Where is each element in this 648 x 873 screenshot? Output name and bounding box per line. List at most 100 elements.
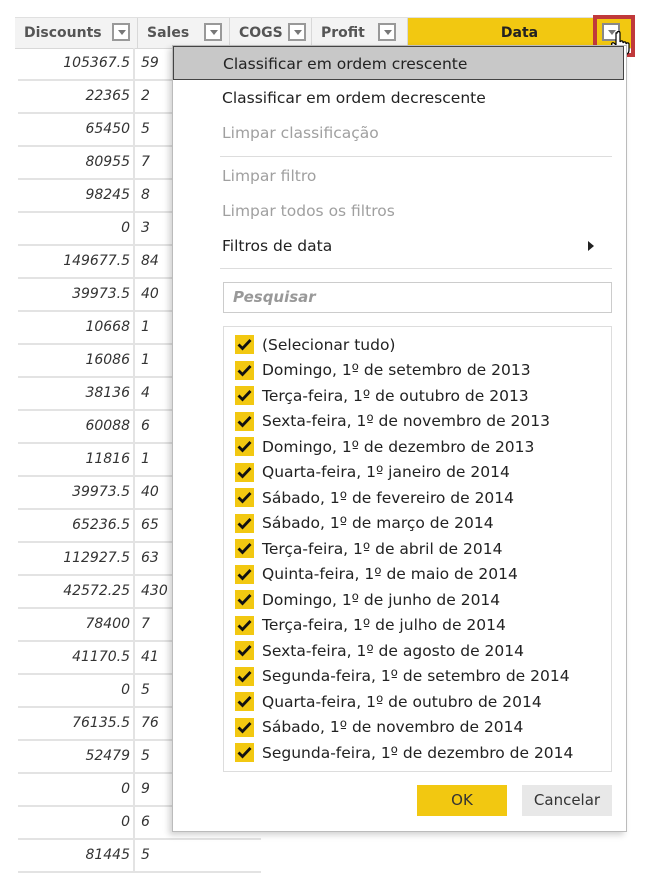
date-option-checkbox[interactable]: Domingo, 1º de dezembro de 2013: [235, 434, 534, 459]
discounts-cell: 65236.5: [18, 510, 135, 541]
checkbox-checked-icon[interactable]: [235, 488, 254, 507]
option-label: Sexta-feira, 1º de agosto de 2014: [262, 641, 524, 660]
date-option-checkbox[interactable]: Sábado, 1º de fevereiro de 2014: [235, 485, 514, 510]
date-option-checkbox[interactable]: Sábado, 1º de março de 2014: [235, 511, 494, 536]
option-label: Sábado, 1º de fevereiro de 2014: [262, 488, 515, 507]
option-label: Terça-feira, 1º de julho de 2014: [262, 616, 506, 634]
menu-item-clear-filter: Limpar filtro: [222, 167, 317, 185]
discounts-cell: 112927.5: [18, 543, 135, 574]
option-label: (Selecionar tudo): [262, 335, 396, 354]
discounts-cell: 16086: [18, 345, 135, 376]
discounts-cell: 11816: [18, 444, 135, 475]
column-header-profit[interactable]: Profit: [312, 18, 408, 48]
checkbox-checked-icon[interactable]: [235, 717, 254, 737]
discounts-cell: 98245: [18, 180, 135, 211]
discounts-cell: 65450: [18, 114, 135, 145]
select-all-checkbox[interactable]: (Selecionar tudo): [235, 332, 395, 357]
option-label: Terça-feira, 1º de outubro de 2013: [262, 386, 529, 405]
checkbox-checked-icon[interactable]: [235, 462, 254, 482]
filter-dropdown-button[interactable]: [204, 23, 222, 41]
discounts-cell: 105367.5: [18, 48, 135, 79]
date-option-checkbox[interactable]: Domingo, 1º de junho de 2014: [235, 587, 500, 612]
discounts-cell: 39973.5: [18, 477, 135, 508]
discounts-cell: 60088: [18, 411, 135, 442]
discounts-cell: 41170.5: [18, 642, 135, 673]
discounts-cell: 52479: [18, 741, 135, 772]
option-label: Segunda-feira, 1º de setembro de 2014: [262, 667, 570, 685]
discounts-cell: 149677.5: [18, 246, 135, 277]
date-option-checkbox[interactable]: Terça-feira, 1º de outubro de 2013: [235, 383, 529, 408]
discounts-cell: 22365: [18, 81, 135, 112]
filter-dropdown-menu: Classificar em ordem crescente Classific…: [172, 45, 627, 832]
option-label: Terça-feira, 1º de abril de 2014: [262, 539, 503, 558]
date-option-checkbox[interactable]: Quarta-feira, 1º de outubro de 2014: [235, 689, 542, 714]
discounts-cell: 0: [18, 774, 135, 805]
search-input[interactable]: Pesquisar: [223, 282, 612, 313]
option-label: Domingo, 1º de dezembro de 2013: [262, 437, 535, 456]
sales-cell: 5: [141, 847, 150, 863]
menu-item-clear-all-filters: Limpar todos os filtros: [222, 202, 395, 220]
column-header-cogs[interactable]: COGS: [230, 18, 312, 48]
discounts-cell: 42572.25: [18, 576, 135, 607]
discounts-cell: 81445: [18, 840, 135, 871]
checkbox-checked-icon[interactable]: [235, 666, 254, 686]
discounts-cell: 0: [18, 675, 135, 706]
checkbox-checked-icon[interactable]: [235, 615, 254, 635]
discounts-cell: 38136: [18, 378, 135, 409]
option-label: Domingo, 1º de setembro de 2013: [262, 361, 531, 379]
option-label: Sexta-feira, 1º de novembro de 2013: [262, 412, 551, 430]
option-label: Domingo, 1º de junho de 2014: [262, 590, 501, 609]
cancel-button[interactable]: Cancelar: [522, 785, 612, 816]
option-label: Quarta-feira, 1º de outubro de 2014: [262, 692, 542, 711]
discounts-cell: 39973.5: [18, 279, 135, 310]
column-header-sales[interactable]: Sales: [138, 18, 230, 48]
checkbox-checked-icon[interactable]: [235, 590, 254, 609]
table-row: 81445 5: [18, 840, 261, 873]
divider: [220, 156, 612, 157]
checkbox-checked-icon[interactable]: [235, 411, 254, 431]
option-label: Sábado, 1º de novembro de 2014: [262, 718, 524, 736]
checkbox-checked-icon[interactable]: [235, 513, 254, 533]
filter-dropdown-button[interactable]: [378, 23, 396, 41]
filter-dropdown-button[interactable]: [112, 23, 130, 41]
date-option-checkbox[interactable]: Segunda-feira, 1º de dezembro de 2014: [235, 740, 573, 765]
date-option-checkbox[interactable]: Terça-feira, 1º de julho de 2014: [235, 613, 506, 638]
discounts-cell: 10668: [18, 312, 135, 343]
date-option-checkbox[interactable]: Sexta-feira, 1º de novembro de 2013: [235, 409, 550, 434]
checkbox-checked-icon[interactable]: [235, 539, 254, 558]
menu-item-clear-sort: Limpar classificação: [222, 124, 379, 142]
chevron-right-icon: [588, 241, 594, 251]
checkbox-checked-icon[interactable]: [235, 641, 254, 660]
ok-button[interactable]: OK: [417, 785, 507, 816]
discounts-cell: 78400: [18, 609, 135, 640]
checkbox-checked-icon[interactable]: [235, 564, 254, 584]
date-option-checkbox[interactable]: Segunda-feira, 1º de setembro de 2014: [235, 664, 570, 689]
checkbox-checked-icon[interactable]: [235, 743, 254, 762]
option-label: Quarta-feira, 1º janeiro de 2014: [262, 463, 510, 481]
option-label: Sábado, 1º de março de 2014: [262, 514, 494, 532]
checkbox-checked-icon[interactable]: [235, 437, 254, 456]
date-option-checkbox[interactable]: Quarta-feira, 1º janeiro de 2014: [235, 460, 510, 485]
date-option-checkbox[interactable]: Sexta-feira, 1º de agosto de 2014: [235, 638, 524, 663]
checkbox-checked-icon[interactable]: [235, 360, 254, 380]
divider: [220, 268, 612, 269]
value-checkbox-list: (Selecionar tudo) Domingo, 1º de setembro…: [223, 326, 612, 772]
column-header-discounts[interactable]: Discounts: [15, 18, 138, 48]
discounts-cell: 0: [18, 213, 135, 244]
menu-item-date-filters[interactable]: Filtros de data: [173, 229, 626, 263]
checkbox-checked-icon[interactable]: [235, 335, 254, 354]
filter-dropdown-button[interactable]: [288, 23, 306, 41]
date-option-checkbox[interactable]: Sábado, 1º de novembro de 2014: [235, 715, 523, 740]
date-option-checkbox[interactable]: Quinta-feira, 1º de maio de 2014: [235, 562, 518, 587]
discounts-cell: 80955: [18, 147, 135, 178]
option-label: Segunda-feira, 1º de dezembro de 2014: [262, 743, 574, 762]
checkbox-checked-icon[interactable]: [235, 386, 254, 405]
menu-item-sort-descending[interactable]: Classificar em ordem decrescente: [173, 81, 626, 115]
discounts-cell: 76135.5: [18, 708, 135, 739]
date-option-checkbox[interactable]: Terça-feira, 1º de abril de 2014: [235, 536, 502, 561]
checkbox-checked-icon[interactable]: [235, 692, 254, 711]
discounts-cell: 0: [18, 807, 135, 838]
option-label: Quinta-feira, 1º de maio de 2014: [262, 565, 518, 583]
date-option-checkbox[interactable]: Domingo, 1º de setembro de 2013: [235, 358, 531, 383]
menu-item-sort-ascending[interactable]: Classificar em ordem crescente: [173, 46, 624, 80]
